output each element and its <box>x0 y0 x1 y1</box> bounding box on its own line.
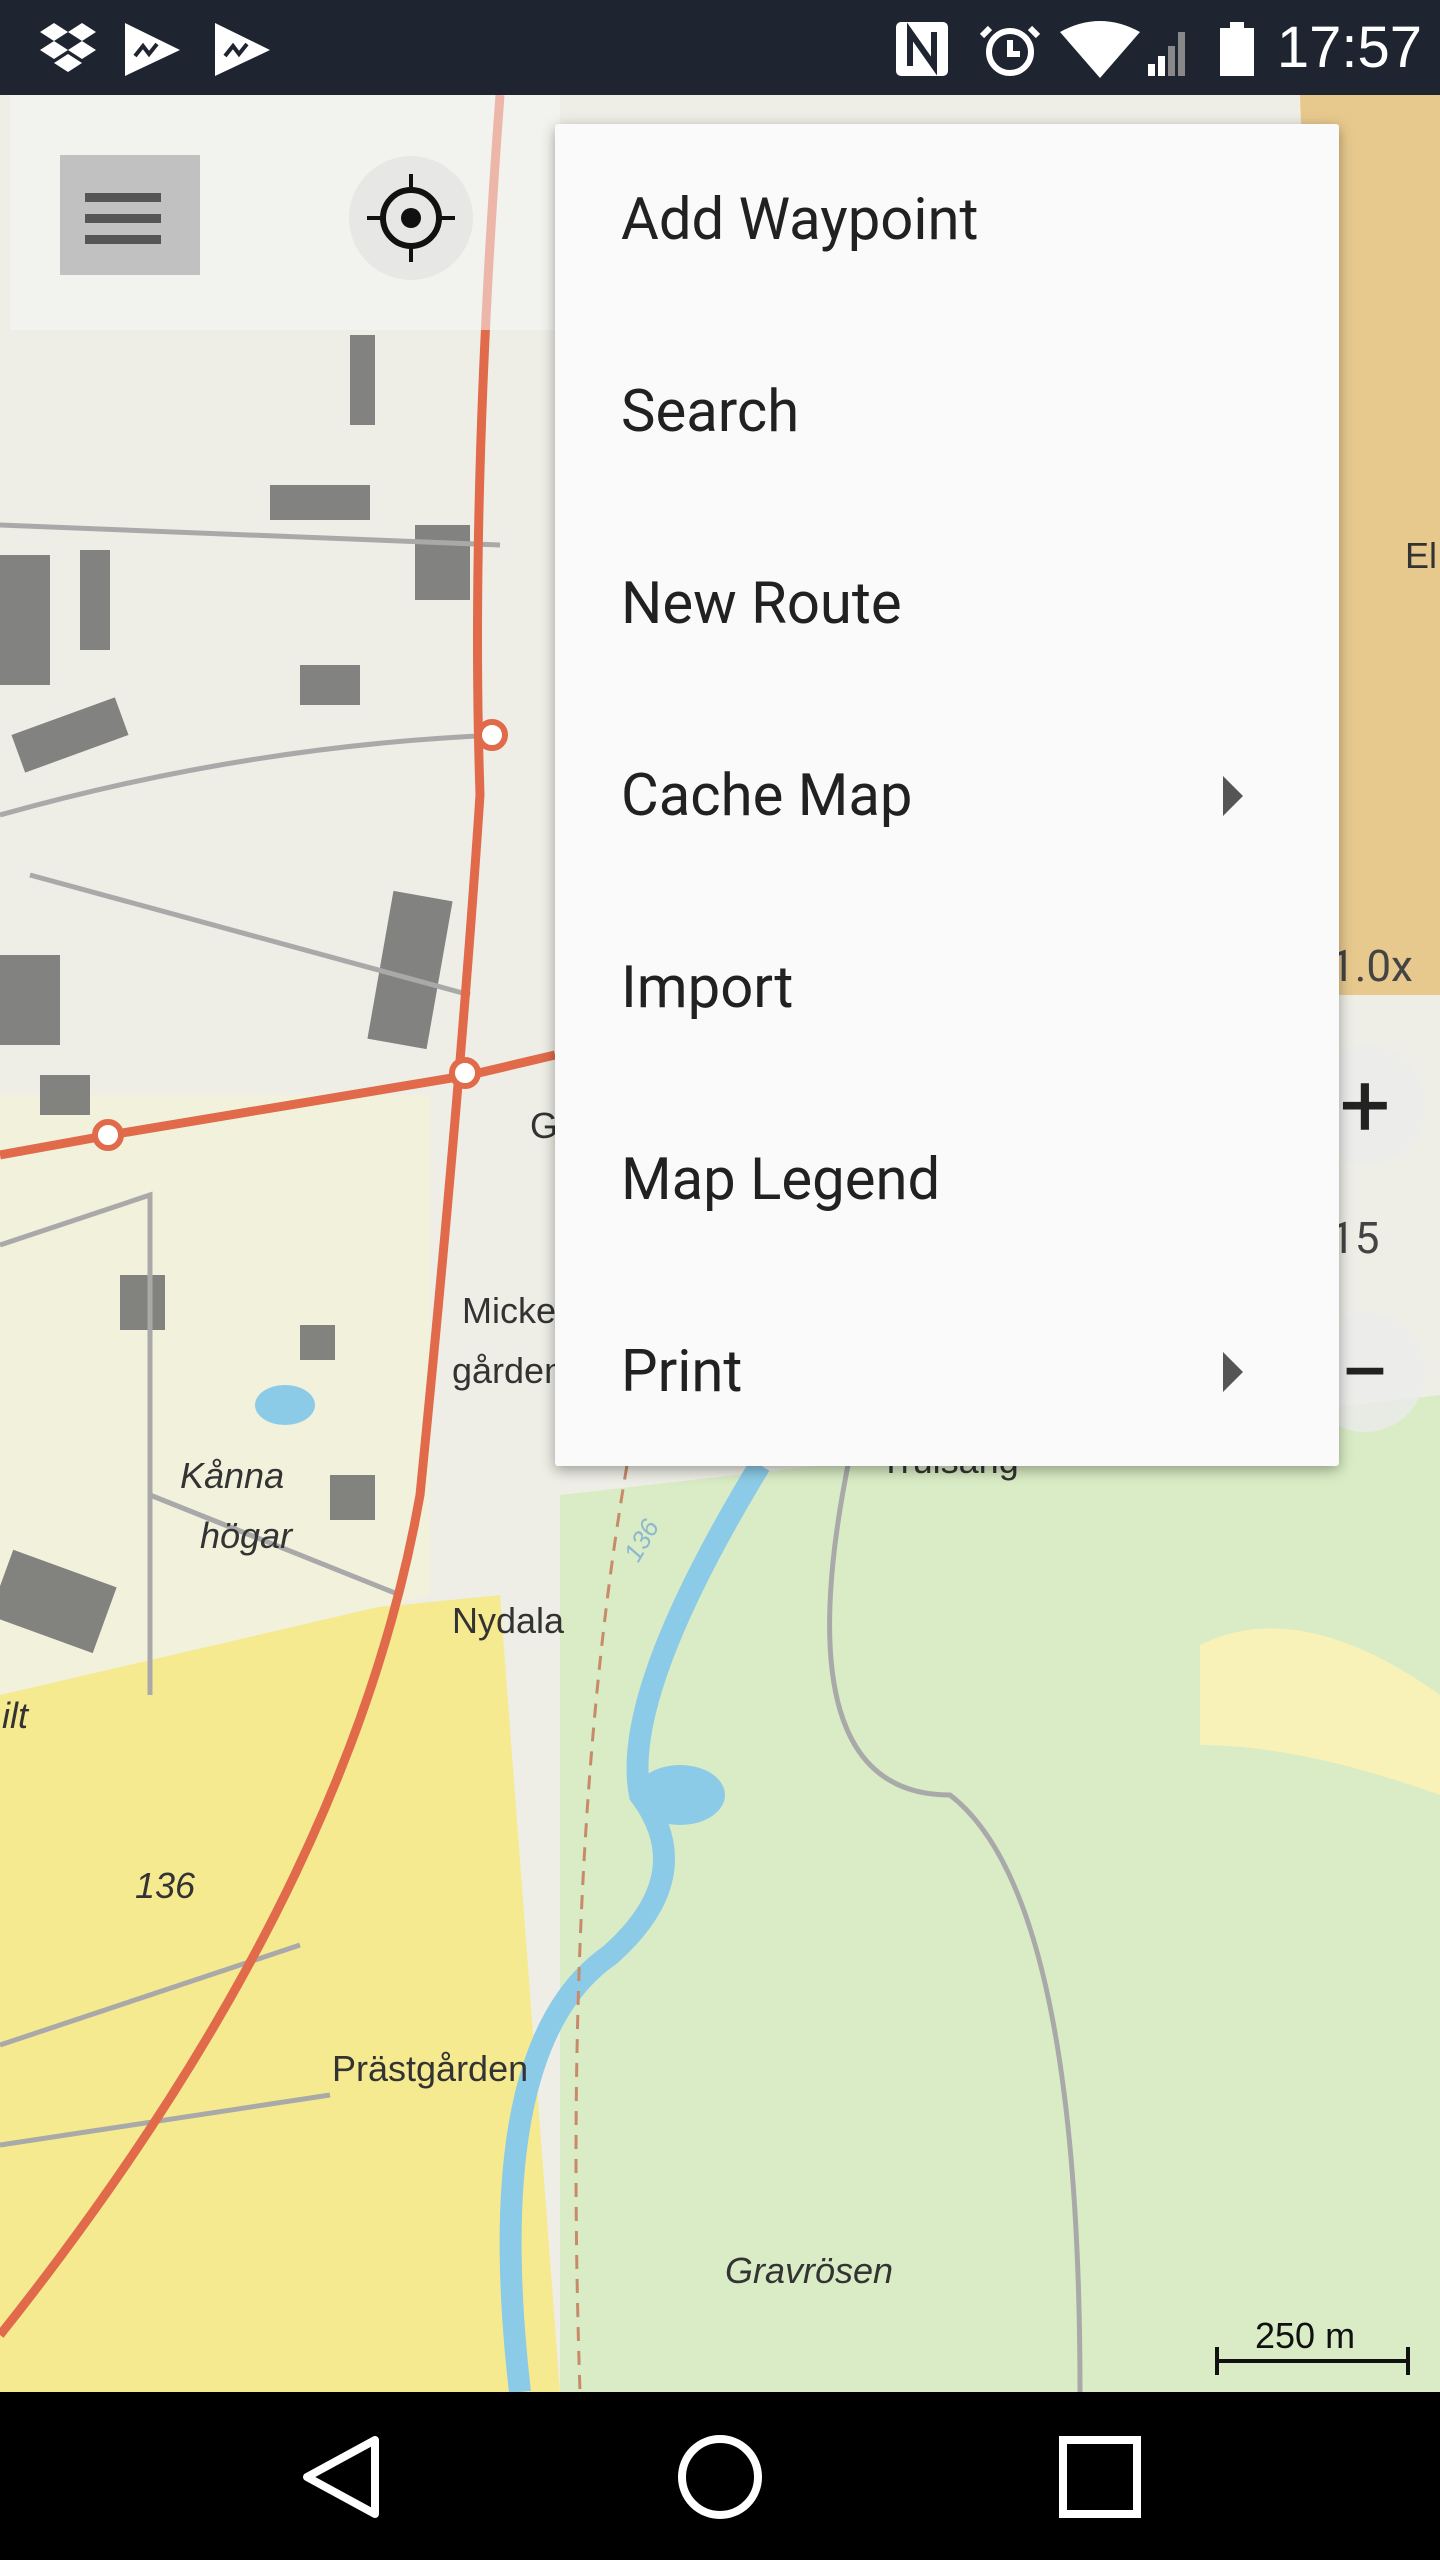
menu-item-label: Add Waypoint <box>621 186 979 254</box>
scale-bar: 250 m <box>1215 2315 1410 2375</box>
clock: 17:57 <box>1276 15 1422 80</box>
zoom-factor: 1.0x <box>1330 940 1413 992</box>
alarm-icon <box>979 25 1041 76</box>
submenu-arrow-icon <box>1223 1352 1243 1392</box>
menu-item-map-legend[interactable]: Map Legend <box>555 1084 1339 1276</box>
map-label: ilt <box>2 1695 28 1736</box>
map-label: Prästgården <box>332 2048 529 2089</box>
map-label: Nydala <box>452 1600 565 1641</box>
menu-item-add-waypoint[interactable]: Add Waypoint <box>555 124 1339 316</box>
menu-item-new-route[interactable]: New Route <box>555 508 1339 700</box>
system-icons <box>896 21 1254 78</box>
navigation-bar <box>0 2392 1440 2560</box>
map-label: Micke <box>462 1290 557 1331</box>
map-label: högar <box>200 1515 293 1556</box>
gpx-app-icon <box>125 23 180 76</box>
crosshair-icon <box>367 174 455 262</box>
map-label: El <box>1405 535 1438 576</box>
menu-item-search[interactable]: Search <box>555 316 1339 508</box>
menu-item-import[interactable]: Import <box>555 892 1339 1084</box>
menu-item-label: New Route <box>621 570 902 638</box>
menu-item-label: Print <box>621 1338 743 1406</box>
status-bar: 17:57 <box>0 0 1440 95</box>
back-icon[interactable] <box>295 2432 385 2522</box>
menu-item-label: Map Legend <box>621 1146 941 1214</box>
map-label: 136 <box>135 1865 196 1906</box>
menu-item-label: Search <box>621 378 800 446</box>
nfc-icon <box>896 22 948 76</box>
locate-button[interactable] <box>349 156 473 280</box>
wifi-icon <box>1060 21 1140 78</box>
map-label: Gravrösen <box>725 2250 894 2291</box>
dropbox-icon <box>40 23 96 72</box>
hamburger-icon[interactable] <box>85 193 161 244</box>
map-label: Kånna <box>180 1455 285 1496</box>
map-label: gården <box>452 1350 565 1391</box>
menu-item-label: Cache Map <box>621 762 913 830</box>
menu-item-cache-map[interactable]: Cache Map <box>555 700 1339 892</box>
recents-icon[interactable] <box>1055 2432 1145 2522</box>
signal-icon <box>1148 32 1185 76</box>
menu-item-print[interactable]: Print <box>555 1276 1339 1468</box>
map-toolbar <box>10 95 560 330</box>
home-icon[interactable] <box>675 2432 765 2522</box>
overflow-menu: Add Waypoint Search New Route Cache Map … <box>555 124 1339 1466</box>
scale-label: 250 m <box>1255 2315 1356 2356</box>
gpx-app-icon <box>215 23 270 76</box>
battery-icon <box>1220 22 1254 76</box>
submenu-arrow-icon <box>1223 776 1243 816</box>
notification-icons <box>40 23 270 76</box>
map-label: G <box>530 1105 559 1146</box>
menu-item-label: Import <box>621 954 794 1022</box>
